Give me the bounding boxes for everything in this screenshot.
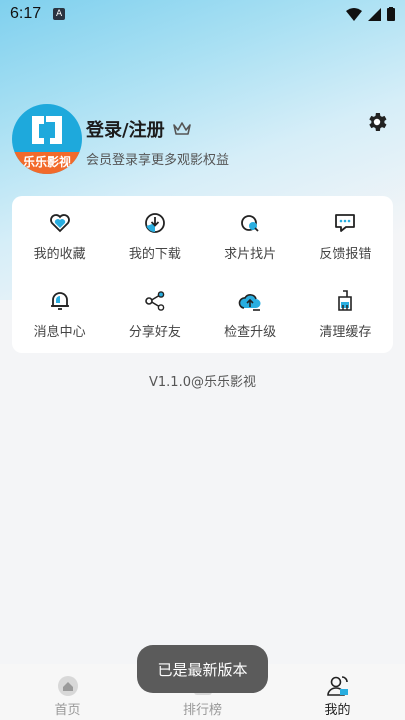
download-icon	[144, 212, 165, 233]
avatar-brand-text: 乐乐影视	[12, 152, 82, 174]
toast-message: 已是最新版本	[137, 645, 268, 693]
menu-item-request-film[interactable]: 求片找片	[203, 196, 298, 274]
gear-icon[interactable]	[365, 110, 389, 134]
tab-label: 我的	[324, 703, 351, 718]
signal-icon	[368, 7, 381, 21]
menu-item-downloads[interactable]: 我的下载	[107, 196, 202, 274]
user-icon	[326, 676, 348, 696]
version-text: V1.1.0@乐乐影视	[149, 375, 256, 390]
login-register-link[interactable]: 登录/注册	[86, 116, 165, 142]
menu-label: 我的下载	[128, 246, 181, 262]
tab-mine[interactable]: 我的	[270, 664, 405, 720]
menu-label: 求片找片	[224, 246, 277, 262]
status-bar: 6:17 A	[0, 0, 405, 28]
home-icon	[57, 676, 78, 696]
menu-label: 我的收藏	[33, 246, 86, 262]
broom-icon	[338, 290, 353, 311]
battery-icon	[387, 7, 395, 21]
bell-icon	[50, 292, 69, 310]
status-time: 6:17	[10, 5, 42, 22]
tab-home[interactable]: 首页	[0, 664, 135, 720]
notification-icon: A	[53, 8, 66, 20]
logo-mark-icon	[32, 116, 62, 144]
cloud-upgrade-icon	[238, 294, 261, 311]
film-search-icon	[241, 214, 259, 232]
app-logo-avatar[interactable]: 乐乐影视	[12, 104, 82, 174]
profile-section[interactable]: 乐乐影视 登录/注册 会员登录享更多观影权益	[12, 104, 393, 174]
wifi-icon	[346, 7, 362, 21]
profile-text: 登录/注册 会员登录享更多观影权益	[86, 104, 229, 168]
tab-label: 排行榜	[182, 703, 222, 718]
menu-label: 清理缓存	[319, 325, 372, 340]
menu-item-clear-cache[interactable]: 清理缓存	[298, 274, 393, 353]
share-icon	[145, 291, 165, 311]
status-indicators	[346, 7, 395, 21]
crown-icon	[172, 122, 191, 135]
login-row: 登录/注册	[86, 116, 229, 142]
menu-label: 检查升级	[224, 325, 277, 340]
menu-item-favorites[interactable]: 我的收藏	[12, 196, 107, 274]
menu-item-share[interactable]: 分享好友	[107, 274, 202, 353]
menu-item-check-update[interactable]: 检查升级	[203, 274, 298, 353]
menu-label: 消息中心	[33, 325, 86, 340]
feedback-icon	[335, 213, 356, 232]
menu-item-messages[interactable]: 消息中心	[12, 274, 107, 353]
menu-item-feedback[interactable]: 反馈报错	[298, 196, 393, 274]
menu-grid: 我的收藏 我的下载 求片找片 反馈报错 消息中心 分享好友 检查升级 清理缓存	[12, 196, 393, 353]
menu-label: 反馈报错	[319, 246, 372, 262]
tab-label: 首页	[54, 703, 81, 718]
heart-icon	[49, 213, 70, 232]
member-subtitle: 会员登录享更多观影权益	[86, 153, 230, 168]
menu-label: 分享好友	[128, 325, 181, 340]
